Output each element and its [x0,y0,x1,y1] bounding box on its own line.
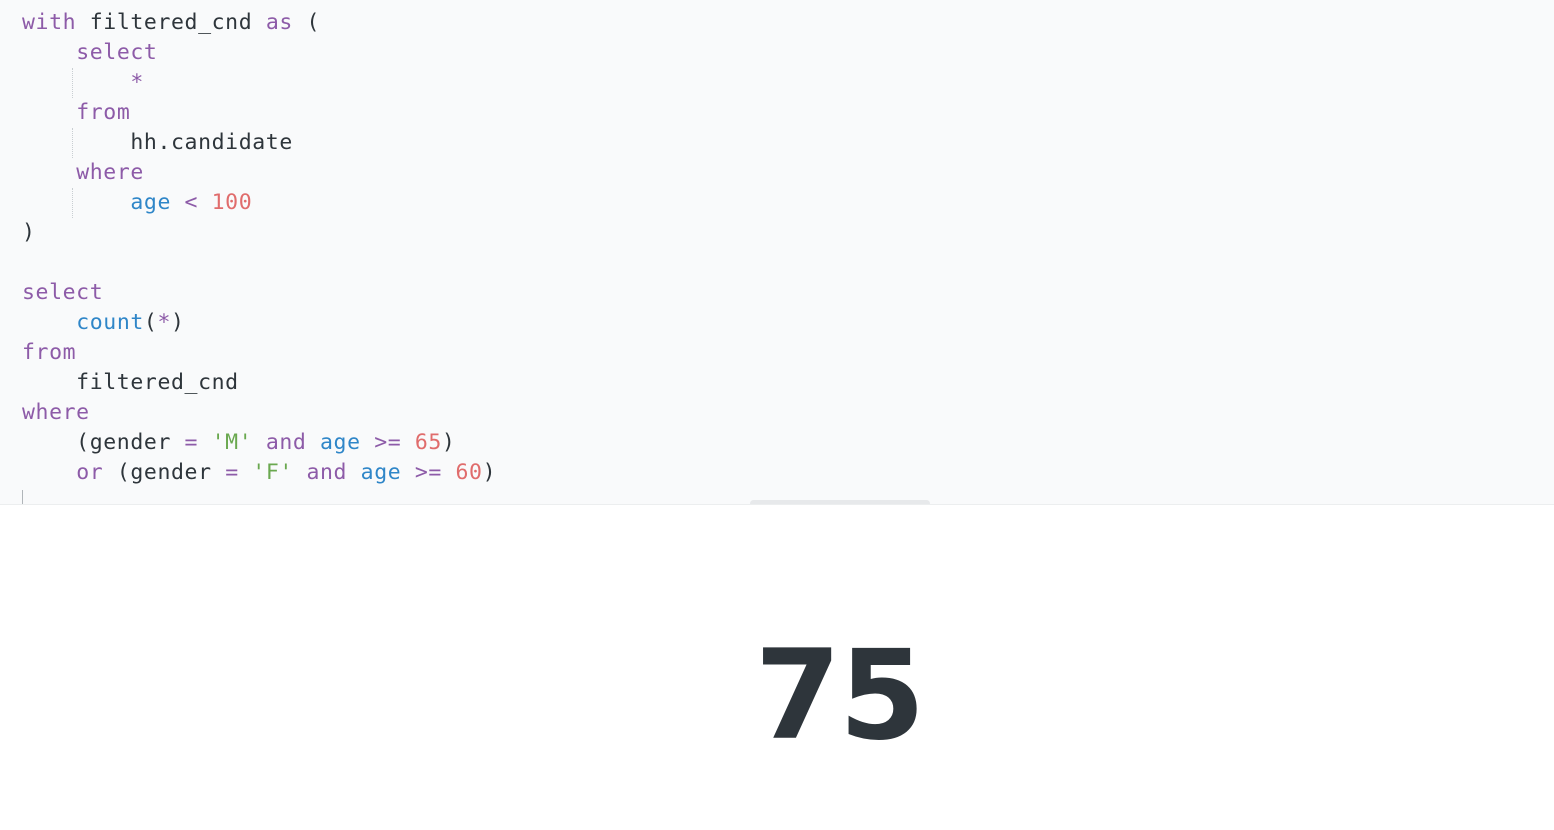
code-token: * [130,70,144,95]
code-line: ) [22,218,496,248]
code-line: select [22,278,496,308]
code-token: count [76,310,144,335]
editor-resize-handle[interactable] [750,500,930,504]
code-line: where [22,398,496,428]
code-token: or [76,460,104,485]
code-token: as [265,10,293,35]
scalar-result-value: 75 [754,624,926,768]
code-token: age [320,430,361,455]
code-token: with [22,10,77,35]
code-token: where [22,400,90,425]
code-line: age < 100 [22,188,496,218]
code-token: from [76,100,131,125]
code-token: (gender [22,430,185,455]
sql-editor[interactable]: with filtered_cnd as ( select * from hh.… [0,0,1554,505]
code-token: filtered_cnd [22,370,239,395]
code-line: hh.candidate [22,128,496,158]
code-token: * [157,310,172,335]
code-token: 'F' [252,460,293,485]
code-line: (gender = 'M' and age >= 65) [22,428,496,458]
code-line: where [22,158,496,188]
sql-code[interactable]: with filtered_cnd as ( select * from hh.… [22,8,496,488]
code-token: select [22,280,104,305]
code-token: 65 [414,430,442,455]
code-token: 60 [455,460,483,485]
code-token: ( [143,310,158,335]
code-line: filtered_cnd [22,368,496,398]
code-token: >= [374,430,402,455]
code-token: hh.candidate [22,130,293,155]
code-token: = [184,430,199,455]
query-result: 75 [0,506,1554,830]
code-token: ) [22,220,36,245]
code-token: 100 [211,190,253,215]
code-token: ) [482,460,497,485]
text-cursor [22,490,23,504]
code-token: filtered_cnd [76,10,266,35]
query-page: with filtered_cnd as ( select * from hh.… [0,0,1554,830]
code-token: ) [441,430,456,455]
code-token: = [225,460,239,485]
code-line: from [22,338,496,368]
code-token: ) [171,310,185,335]
code-token: where [76,160,144,185]
code-token: (gender [103,460,226,485]
code-token: and [265,430,307,455]
code-line: * [22,68,496,98]
code-token: 'M' [211,430,253,455]
code-token: and [306,460,348,485]
code-token: select [76,40,158,65]
code-line: count(*) [22,308,496,338]
code-token: ( [292,10,320,35]
code-line: from [22,98,496,128]
code-token: age [130,190,171,215]
code-token: from [22,340,77,365]
code-line: with filtered_cnd as ( [22,8,496,38]
code-token: age [360,460,402,485]
code-line: select [22,38,496,68]
code-token: >= [414,460,442,485]
code-token: < [184,190,199,215]
code-line: or (gender = 'F' and age >= 60) [22,458,496,488]
